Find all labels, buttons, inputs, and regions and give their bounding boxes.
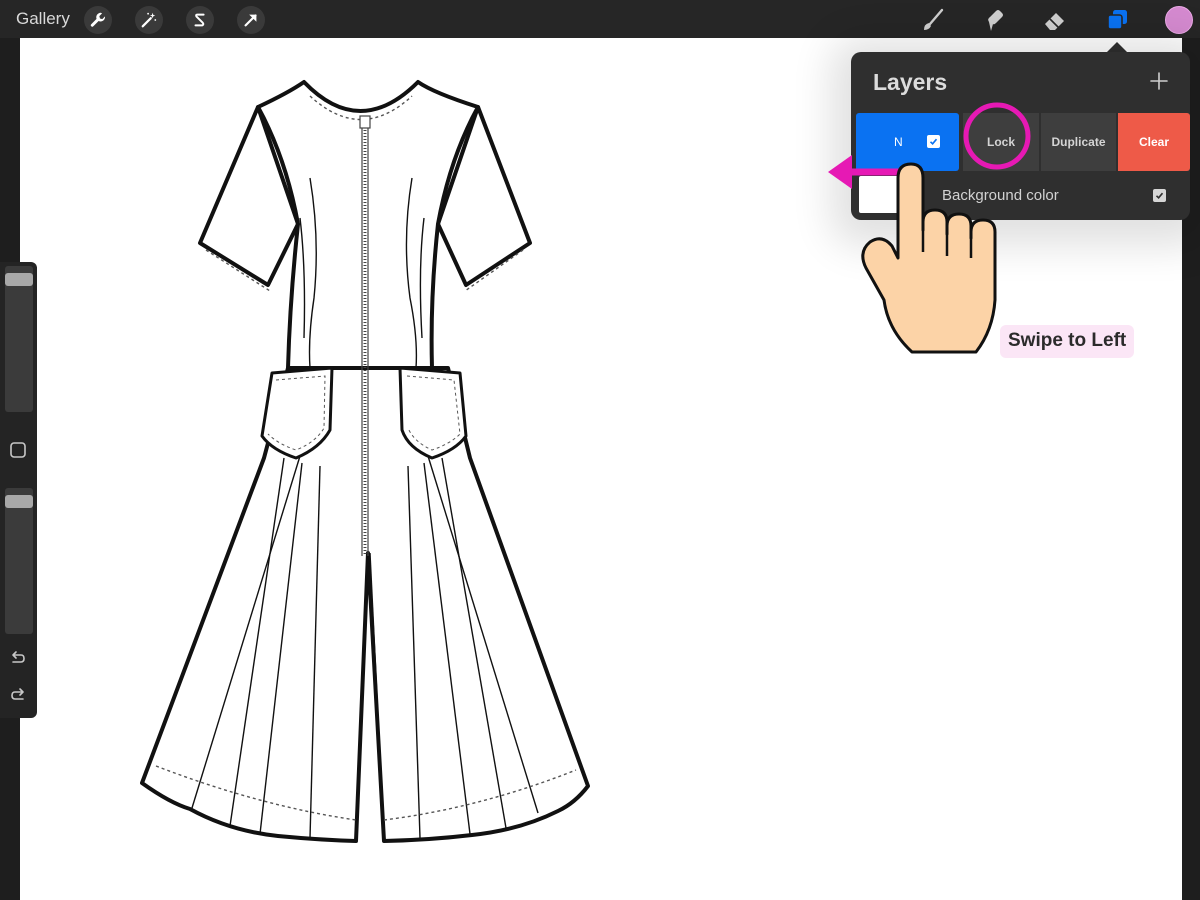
left-sidebar	[0, 262, 37, 718]
swipe-instruction-label: Swipe to Left	[1000, 325, 1135, 358]
checkmark-icon	[1155, 192, 1164, 199]
background-color-label: Background color	[942, 187, 1059, 204]
brush-size-thumb[interactable]	[5, 272, 33, 286]
layer-visibility-checkbox[interactable]	[927, 135, 940, 148]
plus-icon[interactable]	[1148, 70, 1170, 92]
opacity-slider[interactable]	[5, 488, 33, 634]
gallery-button[interactable]: Gallery	[16, 9, 70, 29]
layers-icon[interactable]	[1102, 5, 1132, 35]
smudge-icon[interactable]	[979, 5, 1009, 35]
clear-button[interactable]: Clear	[1118, 113, 1190, 171]
square-modify-icon[interactable]	[8, 440, 28, 460]
layers-panel-pointer	[1107, 42, 1127, 52]
top-toolbar: Gallery	[0, 0, 1200, 38]
magic-wand-icon[interactable]	[135, 6, 163, 34]
active-layer[interactable]: N	[856, 113, 959, 171]
transform-arrow-icon[interactable]	[237, 6, 265, 34]
background-color-thumbnail[interactable]	[859, 176, 899, 213]
brush-icon[interactable]	[918, 5, 948, 35]
duplicate-button[interactable]: Duplicate	[1041, 113, 1116, 171]
layer-row[interactable]: N Lock Duplicate Clear	[856, 113, 1190, 171]
brush-size-slider[interactable]	[5, 266, 33, 412]
redo-icon[interactable]	[8, 685, 28, 705]
opacity-thumb[interactable]	[5, 494, 33, 508]
layers-panel: Layers N Lock Duplicate Clear Background…	[851, 52, 1190, 220]
lock-button[interactable]: Lock	[963, 113, 1039, 171]
selection-s-icon[interactable]	[186, 6, 214, 34]
background-visibility-checkbox[interactable]	[1153, 189, 1166, 202]
layers-title: Layers	[873, 69, 948, 95]
checkmark-icon	[929, 138, 938, 145]
background-color-row[interactable]: Background color	[859, 176, 1179, 214]
eraser-icon[interactable]	[1040, 5, 1070, 35]
undo-icon[interactable]	[8, 648, 28, 668]
wrench-icon[interactable]	[84, 6, 112, 34]
blend-mode-label[interactable]: N	[894, 135, 903, 149]
color-picker-swatch[interactable]	[1165, 6, 1193, 34]
